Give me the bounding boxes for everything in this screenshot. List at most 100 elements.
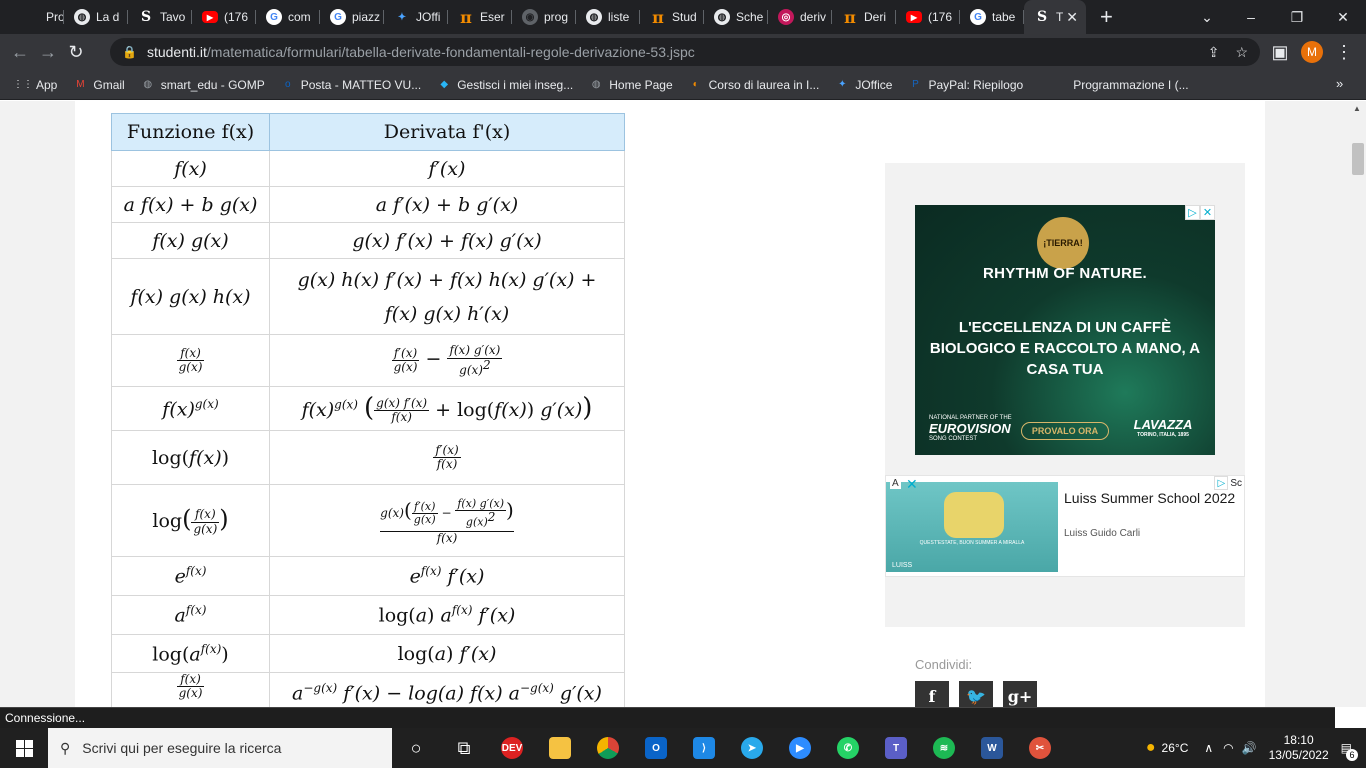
- scroll-thumb[interactable]: [1352, 143, 1364, 175]
- lock-icon[interactable]: 🔒: [122, 45, 137, 59]
- restore-button[interactable]: ❐: [1274, 0, 1320, 34]
- teams-icon[interactable]: T: [872, 728, 920, 768]
- browser-tab[interactable]: Gpiazz: [320, 0, 384, 34]
- close-window-button[interactable]: ✕: [1320, 0, 1366, 34]
- browser-tab[interactable]: ▶ (176: [896, 0, 960, 34]
- share-icon[interactable]: ⇪: [1208, 44, 1220, 61]
- table-row: f(x)g(x) f(x)g(x) (g(x) f′(x) f(x) + log(…: [111, 386, 625, 431]
- bookmark-item[interactable]: M Gmail: [73, 78, 125, 92]
- browser-tab[interactable]: ◎ deriv: [768, 0, 832, 34]
- adchoices-icon[interactable]: ▷: [1185, 205, 1200, 220]
- bookmark-item[interactable]: ✦ JOffice: [835, 78, 892, 92]
- twitter-share-button[interactable]: 🐦: [959, 681, 993, 707]
- table-row: f(x) g(x) h(x) g(x) h(x) f′(x) + f(x) h(…: [111, 258, 625, 335]
- table-row: log(f(x) g(x)) g(x)(f′(x) g(x) − f(x) g′(x…: [111, 484, 625, 557]
- formula-cell: a f′(x) + b g′(x): [269, 186, 625, 223]
- facebook-share-button[interactable]: f: [915, 681, 949, 707]
- browser-tab[interactable]: Prov: [0, 0, 64, 34]
- browser-tab[interactable]: ◉ prog: [512, 0, 576, 34]
- word-icon[interactable]: W: [968, 728, 1016, 768]
- browser-tab[interactable]: ◍ liste: [576, 0, 640, 34]
- table-row: log(f(x)) f′(x) f(x): [111, 430, 625, 485]
- weather-temp[interactable]: 26°C: [1162, 741, 1189, 755]
- share-buttons: f 🐦 g+: [915, 681, 1037, 707]
- lavazza-ad[interactable]: ▷ ✕ ¡TIERRA! RHYTHM OF NATURE. L'ECCELLEN…: [915, 205, 1215, 455]
- tab-close-icon[interactable]: ✕: [1066, 9, 1078, 26]
- bookmark-item[interactable]: Programmazione I (...: [1053, 78, 1188, 92]
- cortana-icon[interactable]: ○: [392, 728, 440, 768]
- browser-tab[interactable]: ◍ Sche: [704, 0, 768, 34]
- sidepanel-icon[interactable]: ▣: [1266, 38, 1294, 66]
- browser-tab[interactable]: ◍ La d: [64, 0, 128, 34]
- chrome-icon[interactable]: [584, 728, 632, 768]
- profile-avatar[interactable]: M: [1301, 41, 1323, 63]
- zoom-icon[interactable]: ▶: [776, 728, 824, 768]
- task-view-icon[interactable]: ⧉: [440, 728, 488, 768]
- toolbar: ← → ↻ 🔒 studenti.it/matematica/formulari…: [0, 34, 1366, 70]
- start-button[interactable]: [0, 728, 48, 768]
- ad-cta-button[interactable]: PROVALO ORA: [1021, 422, 1109, 440]
- browser-tab[interactable]: S Tavo: [128, 0, 192, 34]
- tray-chevron-icon[interactable]: ∧: [1204, 741, 1213, 755]
- reload-icon[interactable]: ↻: [62, 38, 90, 66]
- bookmark-label: JOffice: [855, 77, 893, 92]
- browser-tab[interactable]: ✦ JOffi: [384, 0, 448, 34]
- back-icon[interactable]: ←: [6, 38, 34, 66]
- page-scrollbar[interactable]: ▲: [1350, 101, 1366, 707]
- adchoices-icon[interactable]: ▷: [1214, 476, 1229, 490]
- menu-icon[interactable]: ⋮: [1330, 38, 1358, 66]
- telegram-icon[interactable]: ➤: [728, 728, 776, 768]
- file-explorer-icon[interactable]: [536, 728, 584, 768]
- luiss-ad[interactable]: QUEST'ESTATE, BUON SUMMER A MIRALLA LUIS…: [885, 475, 1245, 577]
- scroll-up-icon[interactable]: ▲: [1353, 104, 1361, 113]
- browser-tab-active[interactable]: S T ✕: [1024, 0, 1086, 34]
- snipping-tool-icon[interactable]: ✂: [1016, 728, 1064, 768]
- tab-title: (176: [224, 10, 249, 24]
- table-row: f(x) g(x) a−g(x) f′(x) − log(a) f(x) a−g(…: [111, 672, 625, 707]
- browser-tab[interactable]: Gcom: [256, 0, 320, 34]
- weather-icon[interactable]: ●: [1146, 739, 1156, 757]
- bookmark-item[interactable]: ◍ Home Page: [589, 78, 673, 92]
- volume-icon[interactable]: 🔊: [1242, 741, 1257, 755]
- vscode-icon[interactable]: ⟩: [680, 728, 728, 768]
- new-tab-button[interactable]: +: [1100, 4, 1120, 30]
- outlook-icon: o: [284, 79, 291, 90]
- ad-image[interactable]: QUEST'ESTATE, BUON SUMMER A MIRALLA LUIS…: [886, 482, 1058, 572]
- clock[interactable]: 18:10 13/05/2022: [1269, 733, 1329, 763]
- formula-cell: g(x) f′(x) + f(x) g′(x): [269, 222, 625, 259]
- sidebar: ▷ ✕ ¡TIERRA! RHYTHM OF NATURE. L'ECCELLEN…: [885, 163, 1245, 627]
- browser-tab[interactable]: π Stud: [640, 0, 704, 34]
- browser-tab[interactable]: π Deri: [832, 0, 896, 34]
- bookmark-star-icon[interactable]: ☆: [1235, 44, 1248, 61]
- wifi-icon[interactable]: ◠: [1223, 741, 1233, 755]
- spotify-icon[interactable]: ≋: [920, 728, 968, 768]
- table-row: f(x) f′(x): [111, 150, 625, 187]
- address-bar[interactable]: 🔒 studenti.it/matematica/formulari/tabel…: [110, 38, 1260, 66]
- devcpp-icon[interactable]: DEV: [488, 728, 536, 768]
- bookmark-item[interactable]: ◆ Gestisci i miei inseg...: [437, 78, 573, 92]
- bookmark-item[interactable]: P PayPal: Riepilogo: [908, 78, 1023, 92]
- bookmark-item[interactable]: ◐ Corso di laurea in I...: [689, 78, 820, 92]
- tab-search-icon[interactable]: ⌄: [1184, 0, 1230, 34]
- browser-tab[interactable]: Gtabe: [960, 0, 1024, 34]
- ad-close-icon[interactable]: ✕: [1200, 205, 1215, 220]
- globe-icon: ◍: [586, 9, 602, 25]
- googleplus-share-button[interactable]: g+: [1003, 681, 1037, 707]
- whatsapp-icon[interactable]: ✆: [824, 728, 872, 768]
- bookmark-item[interactable]: ⋮⋮ App: [13, 78, 57, 92]
- gmail-icon: M: [76, 79, 85, 90]
- bookmarks-overflow-icon[interactable]: »: [1336, 76, 1343, 91]
- bookmarks-bar: ⋮⋮ App M Gmail ◍ smart_edu - GOMP o Posta - MAT…: [0, 70, 1366, 100]
- bookmark-item[interactable]: ◍ smart_edu - GOMP: [141, 78, 264, 92]
- browser-tab[interactable]: ▶ (176: [192, 0, 256, 34]
- forward-icon[interactable]: →: [34, 38, 62, 66]
- taskbar-search[interactable]: ⚲ Scrivi qui per eseguire la ricerca: [48, 728, 392, 768]
- browser-tab[interactable]: π Eser: [448, 0, 512, 34]
- minimize-button[interactable]: –: [1228, 0, 1274, 34]
- notifications-icon[interactable]: ▤ 6: [1341, 741, 1358, 761]
- studenti-s-icon: S: [140, 9, 152, 25]
- bookmark-item[interactable]: o Posta - MATTEO VU...: [281, 78, 421, 92]
- ad-close-icon[interactable]: ✕: [906, 476, 918, 493]
- ad-title[interactable]: Luiss Summer School 2022: [1064, 490, 1235, 506]
- outlook-icon[interactable]: O: [632, 728, 680, 768]
